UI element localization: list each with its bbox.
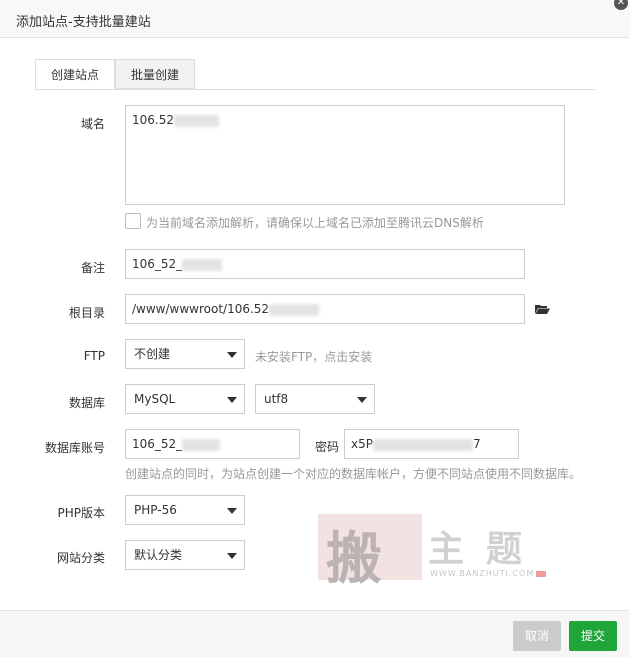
redacted-blur <box>174 114 219 127</box>
category-label: 网站分类 <box>56 551 105 565</box>
ftp-select-value: 不创建 <box>134 347 171 361</box>
chevron-down-icon <box>357 397 367 403</box>
db-type-value: MySQL <box>134 392 176 406</box>
dialog-title: 添加站点-支持批量建站 <box>16 15 151 30</box>
submit-button[interactable]: 提交 <box>569 621 617 651</box>
db-charset-value: utf8 <box>264 392 289 406</box>
watermark-url: WWW.BANZHUTI.COM <box>430 569 535 578</box>
ftp-install-link[interactable]: 未安装FTP，点击安装 <box>255 348 372 365</box>
root-label: 根目录 <box>68 306 105 320</box>
db-type-select[interactable]: MySQL <box>125 384 245 414</box>
watermark-char: 题 <box>486 528 523 570</box>
watermark-char: 搬 <box>326 526 382 592</box>
db-account-value: 106_52_ <box>132 437 183 451</box>
chevron-down-icon <box>227 553 237 559</box>
db-label: 数据库 <box>68 396 105 410</box>
watermark-dot <box>536 571 546 577</box>
watermark-logo: 搬 主 题 WWW.BANZHUTI.COM <box>318 514 548 592</box>
root-input[interactable]: /www/wwwroot/106.52 <box>125 294 525 324</box>
tab-batch-create[interactable]: 批量创建 <box>115 59 195 89</box>
chevron-down-icon <box>227 397 237 403</box>
php-select[interactable]: PHP-56 <box>125 495 245 525</box>
chevron-down-icon <box>227 352 237 358</box>
root-value: /www/wwwroot/106.52 <box>132 302 270 316</box>
remark-value: 106_52_ <box>132 257 183 271</box>
watermark-char: 主 <box>428 528 465 570</box>
ftp-label: FTP <box>83 349 105 363</box>
tab-create-site[interactable]: 创建站点 <box>35 59 115 89</box>
remark-input[interactable]: 106_52_ <box>125 249 525 279</box>
password-value-suffix: 7 <box>472 437 481 451</box>
redacted-blur <box>182 438 221 451</box>
close-icon[interactable]: ✕ <box>614 0 628 10</box>
password-input[interactable]: x5P 7 <box>344 429 519 459</box>
db-hint: 创建站点的同时，为站点创建一个对应的数据库帐户，方便不同站点使用不同数据库。 <box>125 467 582 481</box>
domain-value: 106.52 <box>132 113 174 127</box>
redacted-blur <box>182 258 223 271</box>
dns-checkbox[interactable] <box>125 213 141 229</box>
category-select[interactable]: 默认分类 <box>125 540 245 570</box>
db-account-label: 数据库账号 <box>44 441 105 455</box>
chevron-down-icon <box>227 508 237 514</box>
redacted-blur <box>372 438 473 451</box>
folder-open-icon[interactable] <box>535 304 550 314</box>
domain-textarea[interactable]: 106.52 <box>125 105 565 205</box>
tab-bar: 创建站点 批量创建 <box>35 59 595 90</box>
domain-label: 域名 <box>80 117 105 131</box>
ftp-select[interactable]: 不创建 <box>125 339 245 369</box>
dialog-footer: 取消 提交 <box>0 610 630 657</box>
dns-checkbox-label[interactable]: 为当前域名添加解析，请确保以上域名已添加至腾讯云DNS解析 <box>146 214 484 231</box>
redacted-blur <box>269 303 320 316</box>
php-label: PHP版本 <box>57 506 106 520</box>
password-label: 密码 <box>315 440 340 454</box>
dialog-titlebar: 添加站点-支持批量建站 ✕ <box>0 0 630 38</box>
db-account-input[interactable]: 106_52_ <box>125 429 300 459</box>
password-value-prefix: x5P <box>351 437 373 451</box>
cancel-button[interactable]: 取消 <box>513 621 561 651</box>
category-select-value: 默认分类 <box>134 548 183 562</box>
db-charset-select[interactable]: utf8 <box>255 384 375 414</box>
remark-label: 备注 <box>80 261 105 275</box>
php-select-value: PHP-56 <box>134 503 177 517</box>
